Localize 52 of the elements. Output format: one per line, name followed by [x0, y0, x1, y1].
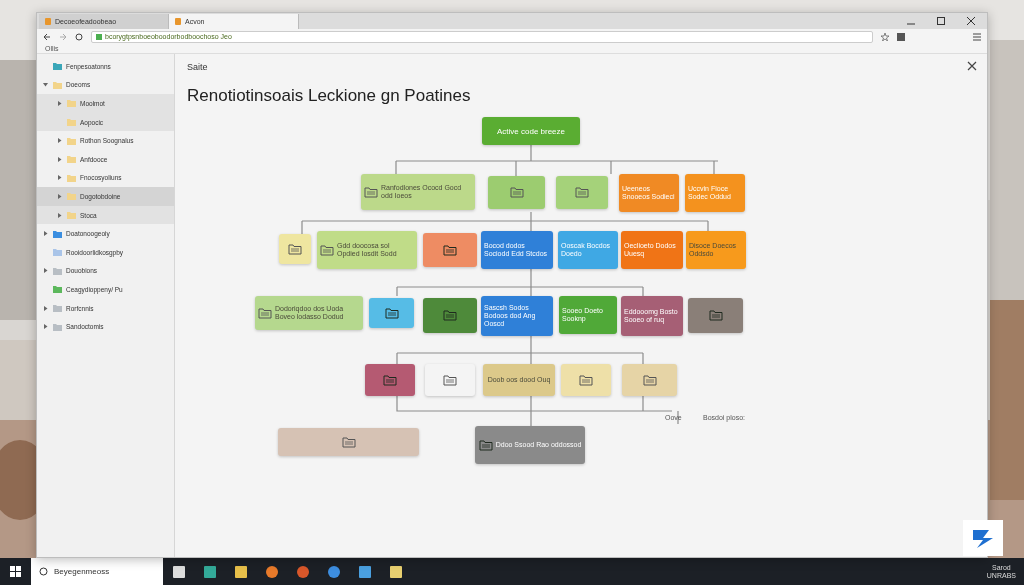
caret-icon[interactable]	[43, 305, 48, 311]
diagram-node[interactable]	[423, 233, 477, 267]
caret-icon[interactable]	[43, 231, 48, 237]
caret-icon[interactable]	[57, 101, 62, 106]
caret-icon[interactable]	[57, 193, 62, 199]
search-icon	[39, 567, 48, 576]
folder-icon	[642, 374, 657, 386]
folder-icon	[341, 436, 356, 448]
caret-icon[interactable]	[57, 138, 62, 144]
diagram-node[interactable]	[622, 364, 677, 396]
folder-icon	[364, 186, 378, 198]
folder-icon	[288, 243, 302, 255]
folder-icon	[509, 187, 524, 198]
diagram-node[interactable]	[561, 364, 611, 396]
breadcrumb: Saite	[187, 62, 208, 72]
close-icon[interactable]	[967, 17, 975, 25]
caret-icon[interactable]	[43, 324, 48, 330]
caret-icon[interactable]	[43, 268, 48, 274]
diagram-node[interactable]	[423, 298, 477, 333]
diagram-node[interactable]	[488, 176, 545, 209]
diagram-node[interactable]	[369, 298, 414, 328]
folder-icon	[443, 244, 457, 256]
diagram-node[interactable]	[278, 428, 419, 456]
star-icon[interactable]	[881, 32, 889, 41]
diagram-node[interactable]	[556, 176, 608, 209]
folder-icon	[384, 307, 399, 319]
folder-icon	[320, 244, 334, 256]
folder-icon	[383, 374, 397, 386]
caret-icon[interactable]	[57, 156, 62, 162]
caret-icon[interactable]	[57, 175, 62, 181]
folder-icon	[443, 310, 457, 321]
maximize-icon[interactable]	[937, 17, 945, 25]
page-title: Renotiotinsoais Leckione gn Poatines	[187, 86, 471, 106]
close-button[interactable]	[967, 61, 977, 71]
page-icon	[45, 18, 51, 25]
diagram-node[interactable]	[688, 298, 743, 333]
diagram-node[interactable]	[365, 364, 415, 396]
lock-icon	[96, 33, 102, 40]
page-icon	[175, 18, 181, 25]
caret-icon[interactable]	[43, 82, 48, 88]
folder-icon	[579, 374, 593, 386]
diagram-node[interactable]	[279, 234, 311, 264]
folder-icon	[575, 187, 589, 198]
taskbar-search-field[interactable]: Beyegenmeoss	[31, 558, 163, 585]
folder-icon	[478, 439, 493, 451]
back-icon[interactable]	[43, 32, 51, 41]
caret-icon[interactable]	[57, 212, 62, 218]
folder-icon	[708, 310, 723, 321]
diagram-node[interactable]	[425, 364, 475, 396]
folder-icon	[258, 307, 272, 319]
folder-icon	[443, 374, 457, 386]
windows-icon	[10, 566, 21, 577]
